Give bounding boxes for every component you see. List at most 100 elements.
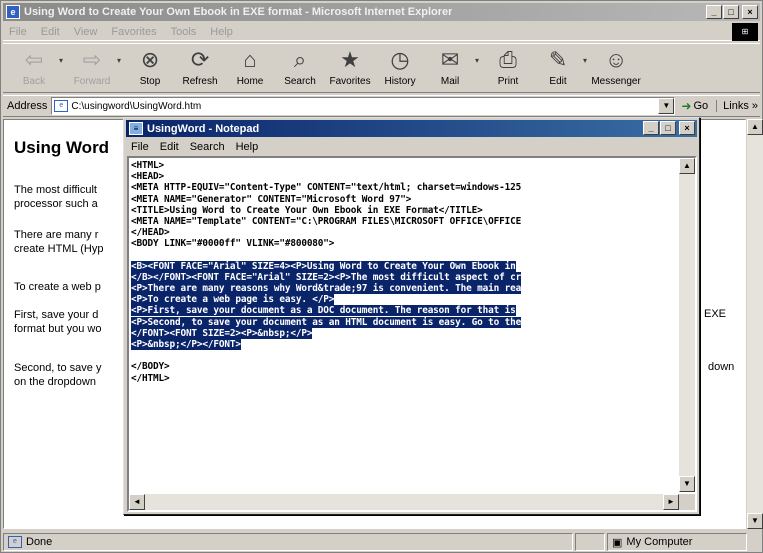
code-line: <BODY LINK="#0000ff" VLINK="#800080">: [131, 238, 335, 250]
menu-view[interactable]: View: [74, 26, 98, 38]
menu-edit[interactable]: Edit: [41, 26, 60, 38]
notepad-text[interactable]: <HTML> <HEAD> <META HTTP-EQUIV="Content-Ty…: [131, 160, 681, 490]
paragraph: Second, to save y on the dropdown: [14, 362, 102, 388]
home-icon: ⌂: [243, 47, 257, 72]
forward-arrow-icon: ⇨: [82, 47, 102, 72]
stop-icon: ⊗: [140, 47, 160, 72]
scroll-down-button[interactable]: ▼: [747, 513, 763, 529]
ie-toolbar: ⇦ Back ▾ ⇨ Forward ▾ ⊗ Stop ⟳ Refresh ⌂ Home ⌕ Search…: [3, 43, 760, 93]
address-dropdown-button[interactable]: ▼: [658, 98, 675, 114]
code-line: </HTML>: [131, 372, 170, 384]
notepad-menu-file[interactable]: File: [131, 141, 149, 153]
code-line: <P>Second, to save your document as an H…: [131, 316, 522, 328]
scroll-up-button[interactable]: ▲: [747, 119, 763, 135]
print-icon: ⎙: [499, 47, 517, 72]
code-line: <HEAD>: [131, 171, 164, 183]
ie-app-icon: e: [6, 5, 20, 19]
close-button[interactable]: ×: [742, 5, 758, 19]
page-icon: e: [54, 100, 69, 112]
toolbar-label: Search: [284, 76, 316, 87]
notepad-titlebar[interactable]: ≡ UsingWord - Notepad _ □ ×: [126, 120, 697, 137]
code-line: <HTML>: [131, 160, 164, 171]
notepad-icon: ≡: [129, 122, 143, 135]
notepad-scroll-right-button[interactable]: ►: [663, 494, 679, 510]
toolbar-label: Messenger: [591, 76, 641, 87]
ie-menubar: File Edit View Favorites Tools Help ⊞: [3, 23, 760, 41]
messenger-button[interactable]: ☺ Messenger: [591, 44, 641, 92]
notepad-horizontal-scrollbar[interactable]: ◄ ►: [129, 494, 679, 510]
page-heading: Using Word: [14, 138, 110, 157]
dropdown-arrow-icon[interactable]: ▾: [59, 56, 63, 65]
dropdown-arrow-icon[interactable]: ▾: [583, 56, 587, 65]
address-label: Address: [7, 100, 48, 112]
address-input[interactable]: e C:\usingword\UsingWord.htm ▼: [51, 97, 676, 115]
notepad-size-grip[interactable]: [679, 494, 695, 510]
dropdown-arrow-icon[interactable]: ▾: [117, 56, 121, 65]
code-line: <P>There are many reasons why Word&trade…: [131, 283, 522, 295]
go-button[interactable]: ➜ Go: [681, 99, 708, 113]
history-icon: ◷: [390, 47, 410, 72]
toolbar-label: Stop: [139, 76, 161, 87]
menu-favorites[interactable]: Favorites: [111, 26, 156, 38]
back-arrow-icon: ⇦: [24, 47, 44, 72]
go-arrow-icon: ➜: [681, 99, 692, 113]
maximize-button[interactable]: □: [723, 5, 739, 19]
menu-help[interactable]: Help: [210, 26, 233, 38]
ie-titlebar[interactable]: e Using Word to Create Your Own Ebook in…: [3, 3, 760, 21]
paragraph: There are many r create HTML (Hyp: [14, 229, 104, 255]
toolbar-label: Forward: [73, 76, 111, 87]
toolbar-label: Home: [236, 76, 264, 87]
code-line: <META NAME="Generator" CONTENT="Microsof…: [131, 193, 412, 205]
paragraph: The most difficult processor such a: [14, 184, 98, 210]
status-segment: [575, 533, 605, 551]
dropdown-arrow-icon[interactable]: ▾: [475, 56, 479, 65]
paragraph: To create a web p: [14, 281, 101, 293]
page-vertical-scrollbar[interactable]: ▲ ▼: [747, 119, 763, 529]
notepad-close-button[interactable]: ×: [679, 121, 695, 135]
code-line: <META NAME="Template" CONTENT="C:\PROGRA…: [131, 215, 522, 227]
code-line: <TITLE>Using Word to Create Your Own Ebo…: [131, 204, 483, 216]
mail-button[interactable]: ✉ Mail: [425, 44, 475, 92]
status-main: e Done: [3, 533, 573, 551]
menu-file[interactable]: File: [9, 26, 27, 38]
notepad-menu-search[interactable]: Search: [190, 141, 225, 153]
code-line: <META HTTP-EQUIV="Content-Type" CONTENT=…: [131, 182, 522, 194]
toolbar-label: Mail: [440, 76, 460, 87]
code-line: <B><FONT FACE="Arial" SIZE=4><P>Using Wo…: [131, 260, 516, 272]
notepad-scroll-up-button[interactable]: ▲: [679, 158, 695, 174]
page-done-icon: e: [8, 536, 22, 548]
notepad-title: UsingWord - Notepad: [147, 122, 260, 135]
ie-window-title: Using Word to Create Your Own Ebook in E…: [24, 6, 453, 18]
links-button[interactable]: Links »: [716, 100, 758, 112]
forward-button[interactable]: ⇨ Forward: [67, 44, 117, 92]
edit-icon: ✎: [548, 47, 568, 72]
notepad-text-area[interactable]: <HTML> <HEAD> <META HTTP-EQUIV="Content-Ty…: [127, 156, 697, 512]
code-line: <P>First, save your document as a DOC do…: [131, 305, 516, 317]
back-button[interactable]: ⇦ Back: [9, 44, 59, 92]
print-button[interactable]: ⎙ Print: [483, 44, 533, 92]
status-zone: ▣ My Computer: [607, 533, 747, 551]
home-button[interactable]: ⌂ Home: [225, 44, 275, 92]
favorites-button[interactable]: ★ Favorites: [325, 44, 375, 92]
mail-icon: ✉: [440, 47, 460, 72]
history-button[interactable]: ◷ History: [375, 44, 425, 92]
notepad-maximize-button[interactable]: □: [660, 121, 676, 135]
notepad-scroll-left-button[interactable]: ◄: [129, 494, 145, 510]
notepad-menu-help[interactable]: Help: [236, 141, 259, 153]
stop-button[interactable]: ⊗ Stop: [125, 44, 175, 92]
refresh-button[interactable]: ⟳ Refresh: [175, 44, 225, 92]
windows-logo-icon: ⊞: [732, 23, 758, 41]
notepad-minimize-button[interactable]: _: [643, 121, 659, 135]
edit-button[interactable]: ✎ Edit: [533, 44, 583, 92]
notepad-menu-edit[interactable]: Edit: [160, 141, 179, 153]
minimize-button[interactable]: _: [706, 5, 722, 19]
my-computer-icon: ▣: [612, 536, 623, 549]
notepad-scroll-down-button[interactable]: ▼: [679, 476, 695, 492]
notepad-vertical-scrollbar[interactable]: ▲ ▼: [679, 158, 695, 492]
search-icon: ⌕: [293, 47, 307, 72]
menu-tools[interactable]: Tools: [171, 26, 197, 38]
search-button[interactable]: ⌕ Search: [275, 44, 325, 92]
toolbar-label: Refresh: [182, 76, 218, 87]
